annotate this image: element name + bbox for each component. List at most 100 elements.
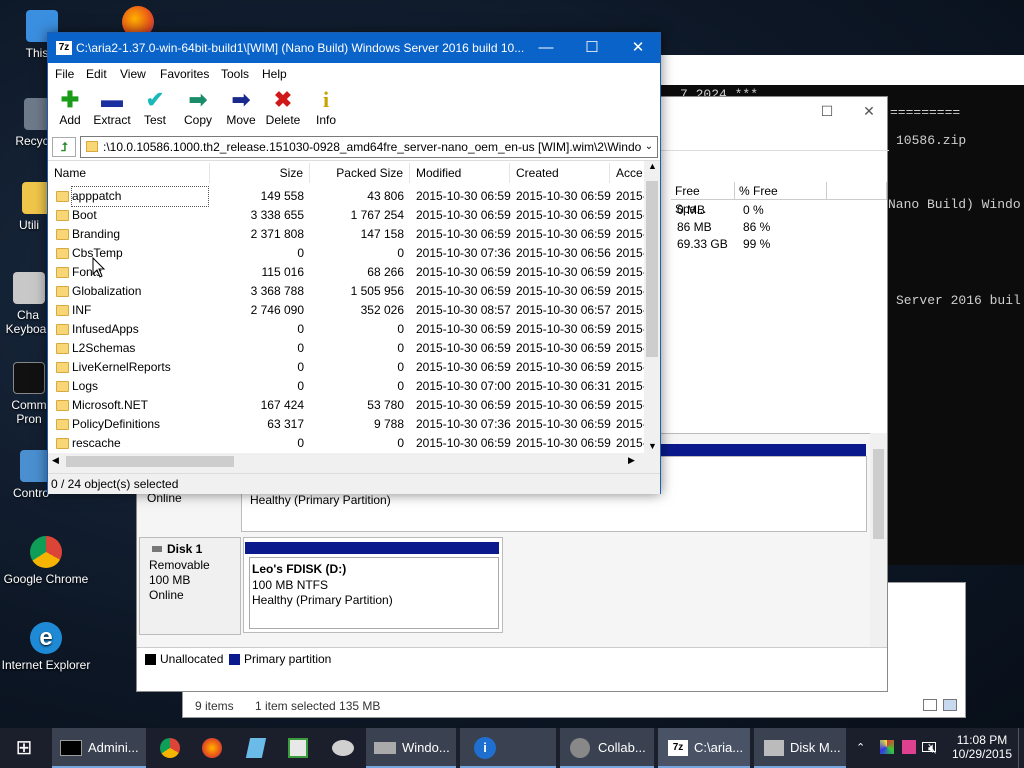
- file-row[interactable]: PolicyDefinitions 63 317 9 788 2015-10-30 0…: [48, 415, 646, 434]
- taskbar-item-collab[interactable]: Collab...: [560, 728, 654, 768]
- show-desktop-button[interactable]: [1018, 728, 1024, 768]
- taskbar-item-windows-drive[interactable]: Windo...: [366, 728, 456, 768]
- file-row[interactable]: rescache 0 0 2015-10-30 06:59 2015-10-30 06:…: [48, 434, 646, 453]
- folder-icon: [56, 286, 69, 297]
- graphical-view-scrollbar[interactable]: [870, 433, 887, 647]
- info-button[interactable]: i Info: [304, 87, 348, 127]
- column-size[interactable]: Size: [210, 163, 310, 183]
- file-row[interactable]: apppatch 149 558 43 806 2015-10-30 06:59 201…: [48, 186, 646, 207]
- color-app-icon: [880, 740, 894, 754]
- file-row[interactable]: CbsTemp 0 0 2015-10-30 07:36 2015-10-30 06:5…: [48, 244, 646, 263]
- scroll-right-arrow[interactable]: ▶: [628, 455, 635, 466]
- close-button[interactable]: ✕: [849, 97, 889, 125]
- tray-app-icon[interactable]: [902, 728, 918, 768]
- tray-app-icon[interactable]: [880, 728, 896, 768]
- delete-button[interactable]: ✖ Delete: [261, 87, 305, 127]
- file-row[interactable]: Microsoft.NET 167 424 53 780 2015-10-30 06:…: [48, 396, 646, 415]
- column-modified[interactable]: Modified: [410, 163, 510, 183]
- tiles-view-icon[interactable]: [943, 699, 957, 711]
- free-space-cell: 86 MB: [677, 220, 712, 234]
- console-line: Nano Build) Windo: [888, 197, 1021, 212]
- column-packed-size[interactable]: Packed Size: [310, 163, 410, 183]
- menu-file[interactable]: File: [55, 67, 74, 81]
- menu-favorites[interactable]: Favorites: [160, 67, 209, 81]
- file-created: 2015-10-30 06:59: [516, 341, 611, 355]
- menu-view[interactable]: View: [120, 67, 146, 81]
- column-created[interactable]: Created: [510, 163, 610, 183]
- cmd-icon: [60, 740, 82, 756]
- taskbar-item-info[interactable]: i: [460, 728, 556, 768]
- folder-icon: [56, 305, 69, 316]
- file-size: 167 424: [260, 398, 304, 412]
- file-row[interactable]: Branding 2 371 808 147 158 2015-10-30 06:59…: [48, 225, 646, 244]
- taskbar-item-7zip[interactable]: 7z C:\aria...: [658, 728, 750, 768]
- taskbar-item-firefox[interactable]: [192, 728, 232, 768]
- scroll-down-arrow[interactable]: ▼: [648, 441, 657, 451]
- maximize-button[interactable]: ☐: [569, 33, 615, 63]
- folder-icon: [56, 248, 69, 259]
- start-button[interactable]: ⊞: [0, 728, 48, 768]
- taskbar-item-notepad[interactable]: [236, 728, 276, 768]
- copy-button[interactable]: ➡ Copy: [176, 87, 220, 127]
- disk1-name: Disk 1: [167, 542, 203, 556]
- scrollbar-thumb[interactable]: [646, 181, 658, 357]
- tray-overflow-button[interactable]: ⌃: [856, 728, 872, 768]
- move-button[interactable]: ➡ Move: [219, 87, 263, 127]
- 7zip-icon: 7z: [668, 740, 688, 756]
- column-free-space[interactable]: Free Spa...: [671, 182, 735, 216]
- taskbar: ⊞ Admini... Windo... i Collab... 7z C:\a…: [0, 728, 1024, 768]
- sevenzip-window[interactable]: 7z C:\aria2-1.37.0-win-64bit-build1\[WIM…: [47, 32, 661, 494]
- taskbar-item-paint[interactable]: [322, 728, 362, 768]
- desktop-icon-chrome[interactable]: Google Chrome: [0, 536, 92, 586]
- desktop-icon-ie[interactable]: e Internet Explorer: [0, 622, 92, 672]
- file-row[interactable]: Globalization 3 368 788 1 505 956 2015-10-3…: [48, 282, 646, 301]
- file-row[interactable]: Fonts 115 016 68 266 2015-10-30 06:59 2015-1…: [48, 263, 646, 282]
- column-name[interactable]: Name: [48, 163, 210, 183]
- tray-volume-button[interactable]: 🔇︎: [928, 728, 946, 768]
- scroll-left-arrow[interactable]: ◀: [52, 455, 59, 466]
- up-folder-button[interactable]: ⮥: [52, 137, 76, 157]
- scroll-up-arrow[interactable]: ▲: [648, 161, 657, 171]
- taskbar-item-task-manager[interactable]: [278, 728, 318, 768]
- test-button[interactable]: ✔ Test: [133, 87, 177, 127]
- menu-tools[interactable]: Tools: [221, 67, 249, 81]
- file-row[interactable]: LiveKernelReports 0 0 2015-10-30 06:59 2015-…: [48, 358, 646, 377]
- partition-bar-disk1: [245, 542, 499, 554]
- taskbar-item-chrome[interactable]: [150, 728, 190, 768]
- minimize-button[interactable]: —: [523, 33, 569, 63]
- address-input[interactable]: :\10.0.10586.1000.th2_release.151030-092…: [80, 136, 658, 158]
- explorer-items-count: 9 items: [195, 699, 234, 713]
- taskbar-item-admin[interactable]: Admini...: [52, 728, 146, 768]
- file-row[interactable]: Logs 0 0 2015-10-30 07:00 2015-10-30 06:31 20…: [48, 377, 646, 396]
- file-modified: 2015-10-30 06:59: [416, 341, 511, 355]
- file-row[interactable]: Boot 3 338 655 1 767 254 2015-10-30 06:59 20…: [48, 206, 646, 225]
- disk1-label-box[interactable]: Disk 1 Removable 100 MB Online: [139, 537, 241, 635]
- horizontal-scrollbar[interactable]: ◀ ▶: [48, 453, 644, 470]
- menu-help[interactable]: Help: [262, 67, 287, 81]
- status-bar: 0 / 24 object(s) selected: [48, 473, 660, 494]
- extract-button[interactable]: ▬ Extract: [90, 87, 134, 127]
- title-bar[interactable]: 7z C:\aria2-1.37.0-win-64bit-build1\[WIM…: [48, 33, 660, 63]
- file-packed-size: 9 788: [373, 417, 404, 431]
- file-row[interactable]: InfusedApps 0 0 2015-10-30 06:59 2015-10-30 …: [48, 320, 646, 339]
- file-created: 2015-10-30 06:59: [516, 189, 611, 203]
- details-view-icon[interactable]: [923, 699, 937, 711]
- windows-logo-icon: ⊞: [15, 737, 33, 759]
- close-button[interactable]: ✕: [615, 33, 661, 63]
- chevron-down-icon[interactable]: ⌄: [641, 137, 657, 157]
- ie-icon: e: [30, 622, 62, 654]
- scrollbar-thumb[interactable]: [873, 449, 884, 539]
- file-row[interactable]: L2Schemas 0 0 2015-10-30 06:59 2015-10-30 06…: [48, 339, 646, 358]
- maximize-button[interactable]: ☐: [807, 97, 847, 125]
- clock[interactable]: 11:08 PM 10/29/2015: [948, 728, 1016, 768]
- taskbar-item-disk-management[interactable]: Disk M...: [754, 728, 846, 768]
- file-size: 0: [297, 436, 304, 450]
- file-name: Globalization: [72, 284, 142, 298]
- vertical-scrollbar[interactable]: ▲ ▼: [644, 161, 660, 453]
- file-row[interactable]: INF 2 746 090 352 026 2015-10-30 08:57 2015-…: [48, 301, 646, 320]
- partition-box-disk1[interactable]: Leo's FDISK (D:) 100 MB NTFS Healthy (Pr…: [243, 537, 503, 633]
- column-percent-free[interactable]: % Free: [735, 182, 827, 200]
- scrollbar-thumb[interactable]: [66, 456, 234, 467]
- menu-edit[interactable]: Edit: [86, 67, 107, 81]
- add-button[interactable]: ✚ Add: [48, 87, 92, 127]
